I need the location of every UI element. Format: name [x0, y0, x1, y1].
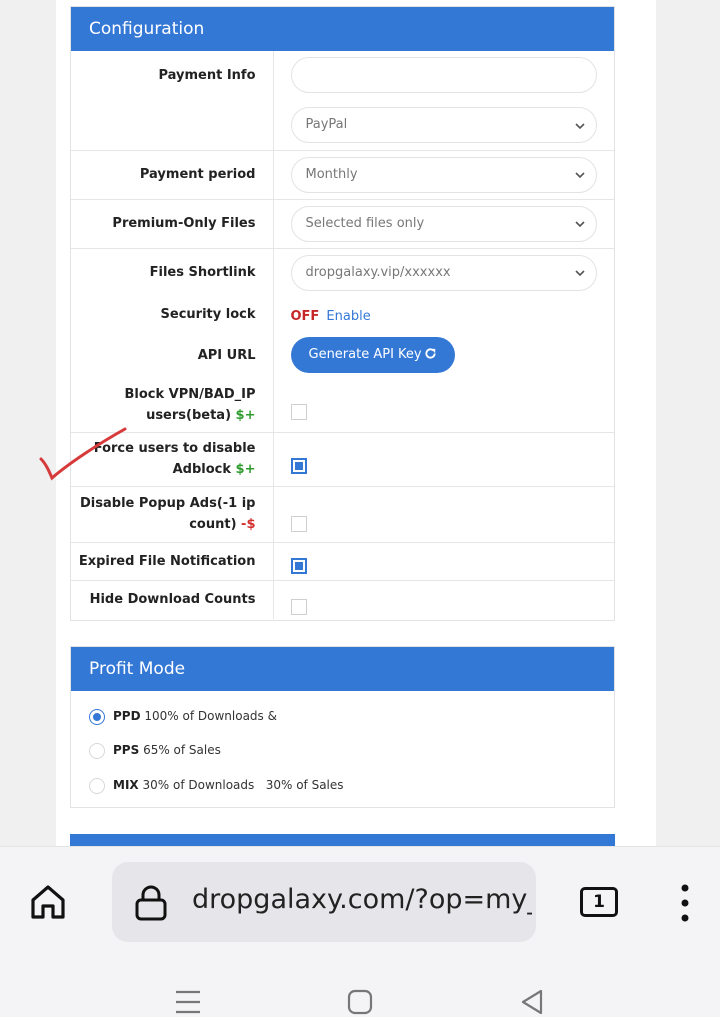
- profit-option-pps[interactable]: PPS 65% of Sales: [89, 740, 221, 760]
- refresh-icon: [425, 348, 436, 359]
- files-shortlink-label: Files Shortlink: [71, 247, 274, 297]
- force-adblock-checkbox[interactable]: [290, 458, 307, 474]
- expired-notification-label: Expired File Notification: [71, 541, 274, 580]
- files-shortlink-value: dropgalaxy.vip/xxxxxx: [305, 264, 451, 280]
- profit-mode-title: Profit Mode: [71, 647, 614, 691]
- back-icon[interactable]: [518, 989, 546, 1015]
- chevron-down-icon: [574, 256, 586, 290]
- pps-radio[interactable]: [89, 742, 105, 759]
- api-url-label: API URL: [71, 332, 274, 378]
- ppd-radio[interactable]: [89, 708, 105, 725]
- payment-period-label: Payment period: [71, 149, 274, 199]
- address-bar[interactable]: dropgalaxy.com/?op=my_: [112, 862, 536, 942]
- security-lock-enable-link[interactable]: Enable: [326, 309, 370, 324]
- payment-method-value: PayPal: [305, 117, 348, 133]
- premium-only-select[interactable]: Selected files only: [290, 205, 597, 242]
- more-options-icon[interactable]: [678, 883, 692, 923]
- block-vpn-checkbox[interactable]: [290, 403, 307, 420]
- generate-api-key-button[interactable]: Generate API Key: [290, 337, 455, 373]
- configuration-panel: Configuration Payment Info PayPal Paymen…: [70, 6, 615, 621]
- price-plus-badge: $+: [235, 462, 256, 477]
- chevron-down-icon: [574, 158, 586, 192]
- configuration-title: Configuration: [71, 7, 614, 51]
- chevron-down-icon: [574, 108, 586, 142]
- payment-info-input[interactable]: [290, 57, 597, 94]
- expired-notification-checkbox[interactable]: [290, 558, 307, 574]
- configuration-table: Payment Info PayPal Payment period Month…: [71, 51, 614, 619]
- disable-popup-checkbox[interactable]: [290, 516, 307, 532]
- payment-period-select[interactable]: Monthly: [290, 156, 597, 193]
- home-icon[interactable]: [28, 882, 68, 922]
- profit-option-ppd[interactable]: PPD 100% of Downloads &: [89, 706, 277, 726]
- home-nav-icon[interactable]: [346, 989, 374, 1015]
- url-text: dropgalaxy.com/?op=my_: [192, 884, 532, 915]
- profit-option-mix[interactable]: MIX 30% of Downloads 30% of Sales: [89, 775, 344, 795]
- payment-method-select[interactable]: PayPal: [290, 107, 597, 144]
- browser-toolbar: dropgalaxy.com/?op=my_ 1: [0, 846, 720, 1017]
- price-plus-badge: $+: [235, 407, 256, 423]
- profit-mode-panel: Profit Mode PPD 100% of Downloads & PPS …: [70, 646, 615, 808]
- premium-only-value: Selected files only: [305, 215, 425, 231]
- disable-popup-label: Disable Popup Ads(-1 ip count) -$: [71, 485, 274, 542]
- mix-radio[interactable]: [89, 777, 105, 794]
- price-minus-badge: -$: [241, 517, 256, 532]
- hide-download-counts-checkbox[interactable]: [290, 598, 307, 615]
- generate-api-key-label: Generate API Key: [308, 347, 422, 362]
- chevron-down-icon: [574, 207, 586, 241]
- check-mark-annotation-icon: [39, 427, 127, 481]
- payment-period-value: Monthly: [305, 166, 358, 182]
- premium-only-label: Premium-Only Files: [71, 198, 274, 248]
- recent-apps-icon[interactable]: [174, 989, 202, 1015]
- block-vpn-label: Block VPN/BAD_IP users(beta) $+: [71, 378, 274, 432]
- hide-download-counts-label: Hide Download Counts: [71, 579, 274, 619]
- lock-icon: [135, 885, 167, 921]
- security-lock-label: Security lock: [71, 297, 274, 332]
- tab-count: 1: [593, 892, 605, 912]
- payment-info-label: Payment Info: [71, 51, 274, 150]
- tab-switcher-button[interactable]: 1: [580, 887, 618, 917]
- files-shortlink-select[interactable]: dropgalaxy.vip/xxxxxx: [290, 254, 597, 291]
- security-lock-status: OFF: [290, 309, 320, 324]
